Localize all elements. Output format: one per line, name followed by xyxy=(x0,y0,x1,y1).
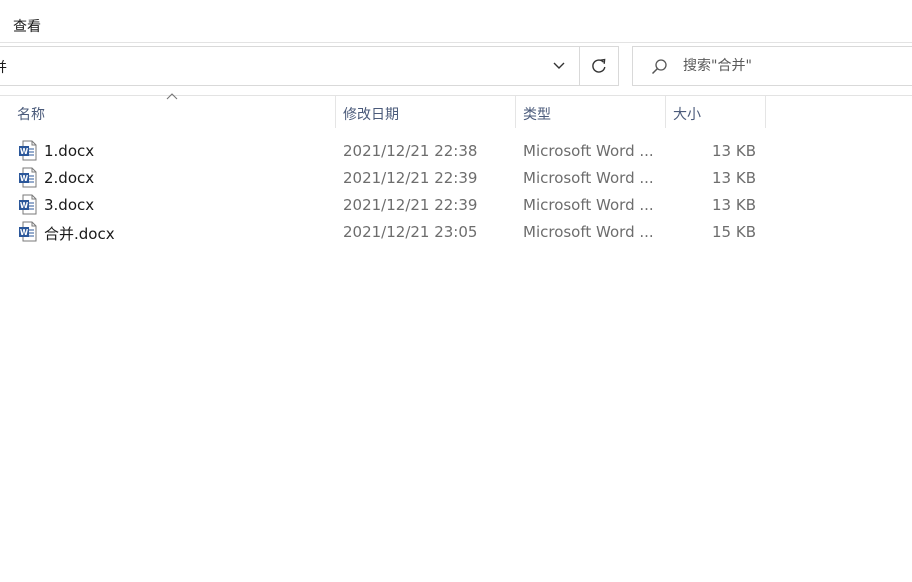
refresh-button[interactable] xyxy=(580,46,619,86)
chevron-down-icon xyxy=(553,62,565,69)
file-name: 1.docx xyxy=(44,142,95,160)
file-size: 15 KB xyxy=(712,223,756,241)
refresh-icon xyxy=(592,58,606,73)
svg-text:W: W xyxy=(20,147,29,156)
column-header-date-label: 修改日期 xyxy=(343,107,399,123)
file-name: 合并.docx xyxy=(44,225,115,243)
column-header-size-label: 大小 xyxy=(673,107,701,123)
file-size: 13 KB xyxy=(712,196,756,214)
file-size: 13 KB xyxy=(712,142,756,160)
ribbon-tab-view[interactable]: 查看 xyxy=(13,16,41,36)
search-box[interactable] xyxy=(632,46,912,86)
file-date-modified: 2021/12/21 23:05 xyxy=(343,223,478,241)
file-name: 3.docx xyxy=(44,196,95,214)
file-name: 2.docx xyxy=(44,169,95,187)
column-header-name[interactable]: 名称 xyxy=(0,96,335,128)
file-row[interactable]: W 3.docx 2021/12/21 22:39 Microsoft Word… xyxy=(0,191,912,218)
search-icon xyxy=(651,59,667,75)
file-type: Microsoft Word ... xyxy=(523,169,654,187)
word-document-icon: W xyxy=(19,221,37,242)
address-history-button[interactable] xyxy=(547,56,571,76)
address-current-folder[interactable]: 并 xyxy=(0,57,7,77)
file-date-modified: 2021/12/21 22:38 xyxy=(343,142,478,160)
file-row[interactable]: W 1.docx 2021/12/21 22:38 Microsoft Word… xyxy=(0,137,912,164)
word-document-icon: W xyxy=(19,140,37,161)
column-header-type-label: 类型 xyxy=(523,107,551,123)
column-header-size[interactable]: 大小 xyxy=(666,96,765,128)
file-date-modified: 2021/12/21 22:39 xyxy=(343,196,478,214)
file-type: Microsoft Word ... xyxy=(523,223,654,241)
column-header-name-label: 名称 xyxy=(17,107,45,123)
column-header-date-modified[interactable]: 修改日期 xyxy=(336,96,515,128)
file-row[interactable]: W 合并.docx 2021/12/21 23:05 Microsoft Wor… xyxy=(0,218,912,245)
file-type: Microsoft Word ... xyxy=(523,196,654,214)
column-divider[interactable] xyxy=(765,96,766,128)
navigation-bar: 并 xyxy=(0,46,912,88)
column-header-type[interactable]: 类型 xyxy=(516,96,665,128)
svg-text:W: W xyxy=(20,174,29,183)
svg-text:W: W xyxy=(20,228,29,237)
word-document-icon: W xyxy=(19,194,37,215)
file-date-modified: 2021/12/21 22:39 xyxy=(343,169,478,187)
file-type: Microsoft Word ... xyxy=(523,142,654,160)
word-document-icon: W xyxy=(19,167,37,188)
search-input[interactable] xyxy=(683,56,903,76)
file-row[interactable]: W 2.docx 2021/12/21 22:39 Microsoft Word… xyxy=(0,164,912,191)
file-size: 13 KB xyxy=(712,169,756,187)
ribbon: 查看 xyxy=(0,0,912,43)
svg-text:W: W xyxy=(20,201,29,210)
address-bar[interactable]: 并 xyxy=(0,46,580,86)
